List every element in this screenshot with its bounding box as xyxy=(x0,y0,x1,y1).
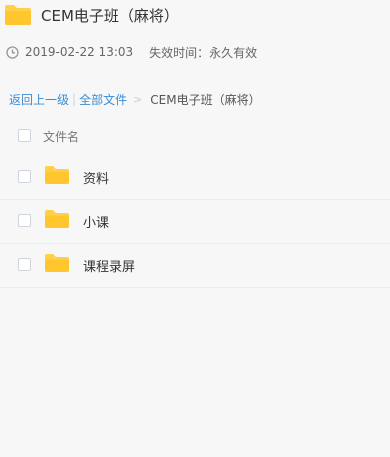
column-filename: 文件名 xyxy=(43,130,80,144)
row-checkbox[interactable] xyxy=(18,170,31,183)
breadcrumb-current: CEM电子班（麻将） xyxy=(150,92,261,107)
share-date: 2019-02-22 13:03 xyxy=(25,45,134,59)
list-item[interactable]: 资料 xyxy=(0,154,390,200)
expiry-text: 失效时间：永久有效 xyxy=(149,45,258,60)
list-item[interactable]: 课程录屏 xyxy=(0,242,390,288)
share-page: CEM电子班（麻将） 2019-02-22 13:03 失效时间：永久有效 返回… xyxy=(0,0,390,457)
folder-icon xyxy=(45,210,69,228)
all-files-link[interactable]: 全部文件 xyxy=(79,91,127,108)
page-title: CEM电子班（麻将） xyxy=(41,7,179,25)
breadcrumb: 返回上一级 | 全部文件 > CEM电子班（麻将） xyxy=(9,91,261,107)
clock-icon xyxy=(6,45,19,59)
row-checkbox[interactable] xyxy=(18,214,31,227)
folder-icon xyxy=(45,254,69,272)
row-checkbox[interactable] xyxy=(18,258,31,271)
share-meta: 2019-02-22 13:03 失效时间：永久有效 xyxy=(6,44,257,60)
folder-icon xyxy=(5,5,31,25)
back-link[interactable]: 返回上一级 xyxy=(9,91,69,108)
file-name-link[interactable]: 小课 xyxy=(83,212,109,231)
breadcrumb-separator: | xyxy=(72,92,77,106)
list-header: 文件名 xyxy=(0,124,390,148)
select-all-checkbox[interactable] xyxy=(18,129,31,142)
folder-icon xyxy=(45,166,69,184)
breadcrumb-arrow-icon: > xyxy=(133,92,143,106)
file-name-link[interactable]: 课程录屏 xyxy=(83,256,135,275)
file-name-link[interactable]: 资料 xyxy=(83,168,109,187)
header: CEM电子班（麻将） xyxy=(0,0,390,30)
list-item[interactable]: 小课 xyxy=(0,198,390,244)
